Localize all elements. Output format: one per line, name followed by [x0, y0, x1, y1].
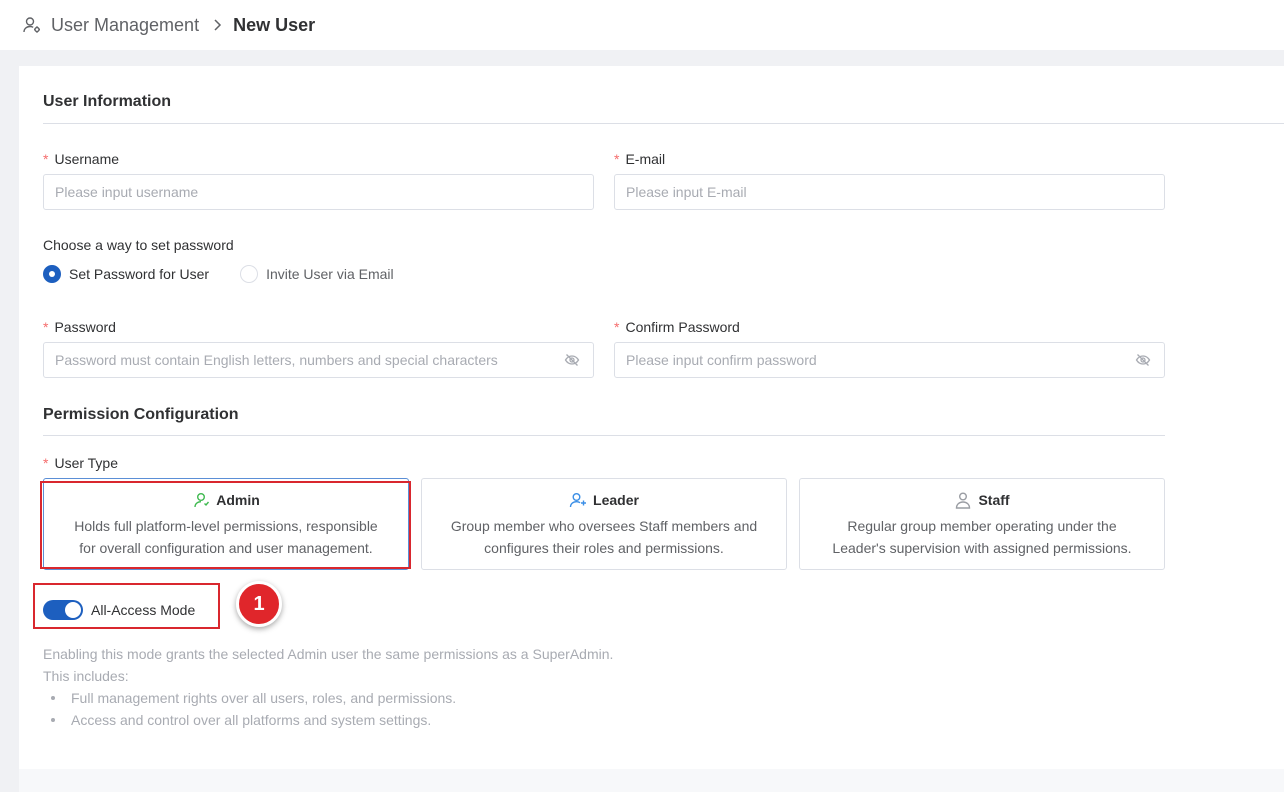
- radio-invite-via-email[interactable]: Invite User via Email: [240, 265, 394, 283]
- all-access-bullets: Full management rights over all users, r…: [43, 687, 613, 731]
- eye-off-icon[interactable]: [1134, 351, 1152, 369]
- radio-label: Set Password for User: [69, 266, 210, 282]
- email-input[interactable]: [614, 174, 1165, 210]
- user-gear-icon: [22, 15, 42, 35]
- breadcrumb-parent[interactable]: User Management: [51, 15, 199, 36]
- radio-label: Invite User via Email: [266, 266, 394, 282]
- username-input[interactable]: [43, 174, 594, 210]
- highlight-box-admin: [40, 481, 411, 569]
- person-icon: [954, 491, 972, 509]
- card-footer: [19, 769, 1284, 792]
- user-type-label: * User Type: [43, 455, 118, 471]
- user-add-icon: [569, 491, 587, 509]
- all-access-description: Enabling this mode grants the selected A…: [43, 643, 613, 731]
- password-input[interactable]: [43, 342, 594, 378]
- user-type-title: Leader: [593, 492, 639, 508]
- user-type-description: Regular group member operating under the…: [832, 518, 1132, 556]
- highlight-box-all-access: [33, 583, 220, 629]
- user-type-title: Staff: [978, 492, 1010, 508]
- radio-checked-indicator: [43, 265, 61, 283]
- list-item: Access and control over all platforms an…: [43, 709, 613, 731]
- list-item: Full management rights over all users, r…: [43, 687, 613, 709]
- section-divider: [43, 123, 1284, 124]
- username-label: * Username: [43, 151, 120, 167]
- password-method-radio-group: Set Password for User Invite User via Em…: [43, 265, 425, 283]
- user-type-card-staff[interactable]: Staff Regular group member operating und…: [799, 478, 1165, 570]
- confirm-password-input[interactable]: [614, 342, 1165, 378]
- radio-set-password[interactable]: Set Password for User: [43, 265, 209, 283]
- form-card: User Information *Username *E-mail Choos…: [19, 66, 1284, 769]
- page-title: New User: [233, 14, 316, 35]
- top-bar: User Management New User: [0, 0, 1284, 50]
- step-badge: 1: [236, 581, 282, 627]
- section-title-user-info: User Information: [43, 93, 172, 110]
- password-label: * Password: [43, 319, 116, 335]
- chevron-right-icon: [212, 18, 222, 32]
- section-title-permission: Permission Configuration: [43, 406, 239, 423]
- eye-off-icon[interactable]: [563, 351, 581, 369]
- section-divider: [43, 435, 1165, 436]
- confirm-password-label: * Confirm Password: [614, 319, 740, 335]
- email-label: * E-mail: [614, 151, 666, 167]
- radio-unchecked-indicator: [240, 265, 259, 283]
- user-type-description: Group member who oversees Staff members …: [450, 518, 758, 556]
- user-type-card-leader[interactable]: Leader Group member who oversees Staff m…: [421, 478, 787, 570]
- password-method-label: Choose a way to set password: [43, 237, 234, 253]
